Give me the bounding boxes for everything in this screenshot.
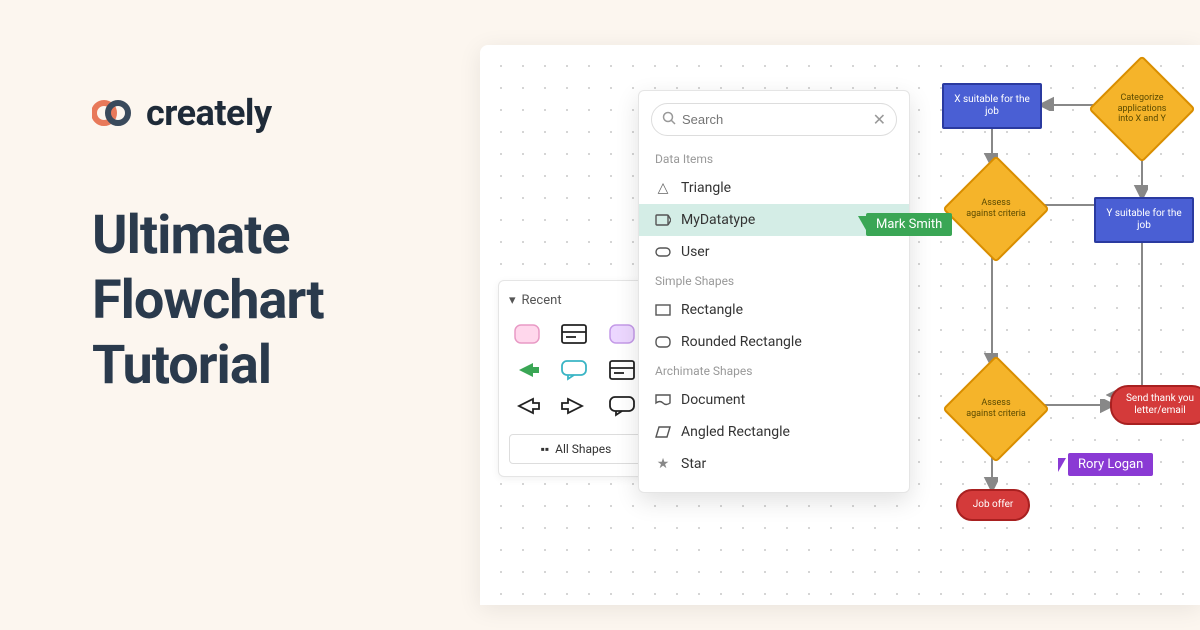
recent-label: Recent xyxy=(522,293,562,308)
logo-text: creately xyxy=(146,92,272,134)
grid-icon: ▪▪ xyxy=(541,442,550,456)
item-triangle[interactable]: △Triangle xyxy=(639,172,909,204)
cursor-mark: Mark Smith xyxy=(858,213,952,236)
recent-header[interactable]: ▾ Recent xyxy=(509,293,643,308)
node-assess-1[interactable]: Assess against criteria xyxy=(954,167,1038,251)
pill-icon xyxy=(655,245,671,259)
item-rectangle[interactable]: Rectangle xyxy=(639,294,909,326)
headline-line-3: Tutorial xyxy=(92,334,452,399)
node-y-suitable[interactable]: Y suitable for the job xyxy=(1094,197,1194,243)
left-panel: creately Ultimate Flowchart Tutorial xyxy=(92,92,452,398)
shape-card[interactable] xyxy=(556,320,592,348)
cursor-label: Mark Smith xyxy=(866,213,952,236)
shape-rounded-purple[interactable] xyxy=(604,320,640,348)
section-data-items: Data Items xyxy=(639,146,909,172)
tag-icon xyxy=(655,213,671,227)
rounded-rect-icon xyxy=(655,335,671,349)
headline-line-1: Ultimate xyxy=(92,204,452,269)
item-user[interactable]: User xyxy=(639,236,909,268)
logo: creately xyxy=(92,92,452,134)
cursor-label: Rory Logan xyxy=(1068,453,1153,476)
shape-speech-outline[interactable] xyxy=(604,392,640,420)
shape-arrow-right-outline[interactable] xyxy=(556,392,592,420)
node-assess-2[interactable]: Assess against criteria xyxy=(954,367,1038,451)
chevron-down-icon: ▾ xyxy=(509,293,516,308)
document-icon xyxy=(655,393,671,407)
search-icon xyxy=(662,110,676,129)
headline: Ultimate Flowchart Tutorial xyxy=(92,204,452,398)
cursor-icon xyxy=(1058,458,1066,472)
shape-rounded-pink[interactable] xyxy=(509,320,545,348)
shapes-sidebar: ▾ Recent ▪▪ All Shapes xyxy=(498,280,654,477)
node-categorize[interactable]: Categorize applications into X and Y xyxy=(1100,67,1184,151)
cursor-icon xyxy=(858,216,866,230)
node-send-thank[interactable]: Send thank you letter/email xyxy=(1110,385,1200,425)
shape-arrow-left-outline[interactable] xyxy=(509,392,545,420)
search-input[interactable] xyxy=(682,112,873,127)
triangle-icon: △ xyxy=(655,181,671,195)
shape-search-popover: ✕ Data Items △Triangle MyDatatype User S… xyxy=(638,90,910,493)
editor-canvas[interactable]: X suitable for the job Categorize applic… xyxy=(480,45,1200,605)
close-icon[interactable]: ✕ xyxy=(873,110,886,129)
shape-card-2[interactable] xyxy=(604,356,640,384)
node-x-suitable[interactable]: X suitable for the job xyxy=(942,83,1042,129)
shape-speech-cyan[interactable] xyxy=(556,356,592,384)
item-star[interactable]: ★Star xyxy=(639,448,909,480)
item-document[interactable]: Document xyxy=(639,384,909,416)
logo-mark-icon xyxy=(92,99,134,127)
rect-icon xyxy=(655,303,671,317)
headline-line-2: Flowchart xyxy=(92,269,452,334)
shape-arrow-left-green[interactable] xyxy=(509,356,545,384)
item-rounded-rectangle[interactable]: Rounded Rectangle xyxy=(639,326,909,358)
cursor-rory: Rory Logan xyxy=(1060,453,1153,476)
angled-rect-icon xyxy=(655,425,671,439)
section-archimate: Archimate Shapes xyxy=(639,358,909,384)
all-shapes-button[interactable]: ▪▪ All Shapes xyxy=(509,434,643,464)
search-row[interactable]: ✕ xyxy=(651,103,897,136)
all-shapes-label: All Shapes xyxy=(555,442,611,456)
node-job-offer[interactable]: Job offer xyxy=(956,489,1030,521)
section-simple-shapes: Simple Shapes xyxy=(639,268,909,294)
item-angled-rectangle[interactable]: Angled Rectangle xyxy=(639,416,909,448)
star-icon: ★ xyxy=(655,457,671,471)
recent-shapes-grid xyxy=(509,320,643,420)
